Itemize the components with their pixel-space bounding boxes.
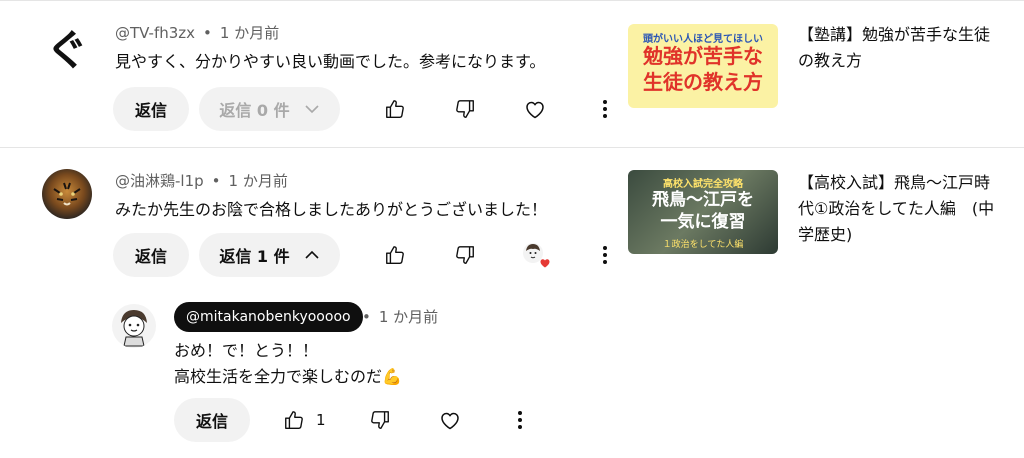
thumbnail-subcaption: １政治をしてた人編 — [662, 240, 744, 250]
replies-toggle-button[interactable]: 返信 1 件 — [199, 233, 340, 277]
comment-text: 見やすく、分かりやすい良い動画でした。参考になります。 — [115, 52, 546, 71]
video-title-line: の教え方 — [798, 51, 863, 70]
video-title-line: 【塾講】勉強が苦手な生徒 — [798, 25, 991, 44]
video-title-line: 代①政治をしてた人編 (中 — [798, 199, 995, 218]
reply-time[interactable]: 1 か月前 — [379, 308, 438, 326]
like-button[interactable] — [379, 93, 411, 125]
reply-label: 返信 — [195, 412, 228, 431]
meta-separator: • — [362, 308, 371, 326]
chevron-down-icon — [305, 105, 319, 114]
heart-button[interactable] — [519, 93, 551, 125]
more-options-button[interactable] — [589, 93, 621, 125]
reply-button[interactable]: 返信 — [113, 233, 189, 277]
dislike-button[interactable] — [449, 93, 481, 125]
thumbnail-caption: 高校入試完全攻略 — [663, 179, 743, 190]
meta-separator: • — [211, 172, 221, 190]
thumbs-down-icon — [456, 100, 474, 118]
like-count: 1 — [316, 411, 326, 429]
creator-heart-button[interactable] — [519, 239, 551, 271]
comment-divider — [0, 147, 1024, 148]
video-title[interactable]: 【塾講】勉強が苦手な生徒 の教え方 — [798, 22, 1008, 74]
replies-toggle-label: 返信 0 件 — [219, 101, 290, 120]
thumbs-up-icon — [285, 411, 303, 429]
thumbs-down-icon — [456, 246, 474, 264]
thumbnail-title-1: 飛鳥〜江戸を — [652, 190, 754, 210]
heart-button[interactable] — [434, 404, 466, 436]
more-vert-icon — [603, 246, 607, 264]
video-thumbnail[interactable]: 頭がいい人ほど見てほしい 勉強が苦手な 生徒の教え方 — [628, 24, 778, 108]
heart-icon — [441, 412, 459, 430]
reply-avatar[interactable] — [112, 304, 156, 348]
reply-username: @mitakanobenkyooooo — [186, 309, 351, 325]
reply-button[interactable]: 返信 — [174, 398, 250, 442]
like-button[interactable] — [278, 404, 310, 436]
dislike-button[interactable] — [364, 404, 396, 436]
thumbs-up-icon — [386, 100, 404, 118]
heart-icon — [526, 101, 544, 119]
more-vert-icon — [518, 411, 522, 429]
chevron-up-icon — [305, 250, 319, 259]
video-title-line: 【高校入試】飛鳥〜江戸時 — [798, 173, 991, 192]
thumbnail-caption: 頭がいい人ほど見てほしい — [643, 34, 763, 45]
creator-username-badge[interactable]: @mitakanobenkyooooo — [174, 302, 363, 332]
heart-filled-icon — [540, 259, 550, 268]
reply-meta: • 1 か月前 — [362, 306, 438, 327]
like-button[interactable] — [379, 239, 411, 271]
comment-username[interactable]: @TV-fh3zx — [115, 24, 195, 42]
thumbs-up-icon — [386, 246, 404, 264]
comment-meta: @油淋鶏-l1p • 1 か月前 — [115, 170, 288, 191]
thumbs-down-icon — [371, 411, 389, 429]
replies-toggle-button[interactable]: 返信 0 件 — [199, 87, 340, 131]
meta-separator: • — [203, 24, 212, 42]
avatar[interactable] — [42, 169, 92, 219]
tiger-avatar-icon — [53, 182, 81, 206]
comment-meta: @TV-fh3zx • 1 か月前 — [115, 22, 279, 43]
video-thumbnail[interactable]: 高校入試完全攻略 飛鳥〜江戸を 一気に復習 １政治をしてた人編 — [628, 170, 778, 254]
thumbnail-title-2: 生徒の教え方 — [643, 70, 763, 94]
thumbnail-title-2: 一気に復習 — [660, 212, 746, 232]
more-vert-icon — [603, 100, 607, 118]
comment-username[interactable]: @油淋鶏-l1p — [115, 172, 204, 190]
more-options-button[interactable] — [589, 239, 621, 271]
avatar-glyph: ぐ — [45, 25, 88, 73]
avatar[interactable]: ぐ — [42, 22, 92, 72]
thumbnail-title-1: 勉強が苦手な — [643, 44, 763, 68]
reply-text-line-2: 高校生活を全力で楽しむのだ💪 — [174, 367, 402, 386]
comment-time[interactable]: 1 か月前 — [229, 172, 288, 190]
creator-avatar-icon — [121, 310, 147, 347]
dislike-button[interactable] — [449, 239, 481, 271]
comment-text: みたか先生のお陰で合格しましたありがとうございました！ — [115, 200, 548, 219]
top-divider — [0, 0, 1024, 1]
reply-button[interactable]: 返信 — [113, 87, 189, 131]
reply-label: 返信 — [134, 101, 167, 120]
video-title-line: 学歴史) — [798, 225, 853, 244]
video-title[interactable]: 【高校入試】飛鳥〜江戸時 代①政治をしてた人編 (中 学歴史) — [798, 170, 1008, 248]
replies-toggle-label: 返信 1 件 — [219, 247, 290, 266]
more-options-button[interactable] — [504, 404, 536, 436]
comment-time[interactable]: 1 か月前 — [220, 24, 279, 42]
reply-label: 返信 — [134, 247, 167, 266]
reply-text-line-1: おめ！で！とう！！ — [174, 341, 319, 360]
